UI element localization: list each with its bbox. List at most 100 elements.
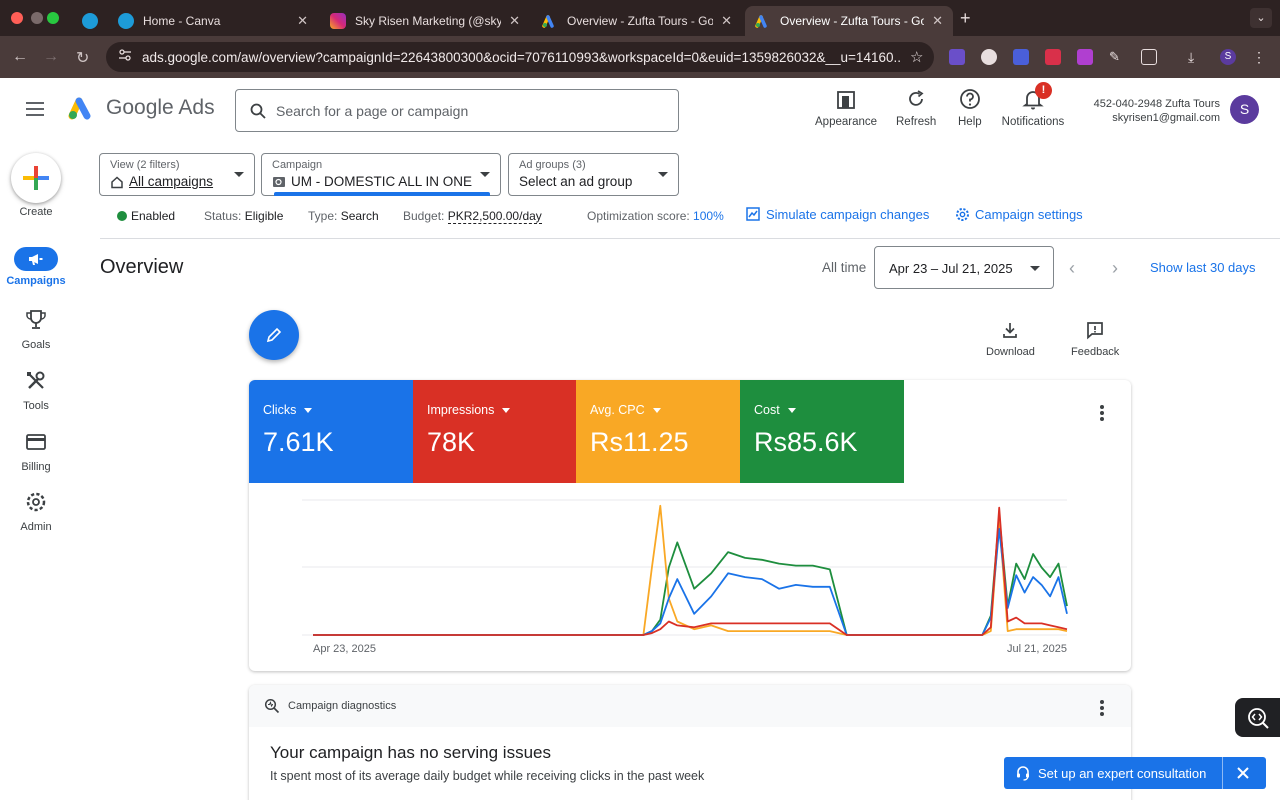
- tab-home-canva[interactable]: Home - Canva ✕: [108, 6, 318, 36]
- more-options-icon[interactable]: [1100, 405, 1104, 423]
- reload-icon[interactable]: ↻: [76, 48, 89, 68]
- close-tab-icon[interactable]: ✕: [932, 13, 943, 29]
- magnifier-code-icon: [1247, 707, 1269, 729]
- ad-groups-filter-dropdown[interactable]: Ad groups (3) Select an ad group: [508, 153, 679, 196]
- main-menu-icon[interactable]: [26, 102, 44, 120]
- close-tab-icon[interactable]: ✕: [721, 13, 732, 29]
- refresh-button[interactable]: Refresh: [896, 88, 936, 128]
- sidebar-item-admin[interactable]: Admin: [0, 490, 72, 533]
- tab-overview-zufta-active[interactable]: Overview - Zufta Tours - Goo ✕: [745, 6, 953, 36]
- canva-icon: [118, 13, 134, 29]
- caret-down-icon: [787, 407, 796, 413]
- tab-search-button[interactable]: ⌄: [1250, 8, 1272, 28]
- home-icon: [111, 175, 123, 188]
- expert-consultation-banner[interactable]: Set up an expert consultation: [1004, 757, 1266, 789]
- banner-divider: [1222, 757, 1223, 789]
- sidebar-item-goals[interactable]: Goals: [0, 308, 72, 351]
- downloads-icon[interactable]: ⤓: [1188, 49, 1204, 65]
- view-filter-dropdown[interactable]: View (2 filters) All campaigns: [99, 153, 255, 196]
- zoom-window-button[interactable]: [47, 12, 59, 24]
- x-axis-end-label: Jul 21, 2025: [1007, 643, 1067, 655]
- download-extension-icon[interactable]: [1077, 49, 1093, 65]
- shield-extension-icon[interactable]: [949, 49, 965, 65]
- forward-arrow-icon[interactable]: →: [43, 48, 59, 66]
- help-button[interactable]: Help: [958, 88, 982, 128]
- chevron-down-icon: [658, 172, 668, 177]
- close-tab-icon[interactable]: ✕: [297, 13, 308, 29]
- metric-impressions[interactable]: Impressions 78K: [413, 380, 577, 483]
- create-label[interactable]: Create: [0, 206, 72, 218]
- campaign-active-indicator: [274, 192, 490, 196]
- diagnostics-subtitle: It spent most of its average daily budge…: [270, 769, 705, 783]
- tab-overview-zufta-1[interactable]: Overview - Zufta Tours - Goo ✕: [532, 6, 742, 36]
- feedback-icon: [1087, 322, 1104, 340]
- arrow-extension-icon[interactable]: [1045, 49, 1061, 65]
- pokeball-extension-icon[interactable]: [981, 49, 997, 65]
- back-arrow-icon[interactable]: ←: [12, 48, 28, 66]
- chart-icon: [746, 207, 760, 221]
- close-tab-icon[interactable]: ✕: [509, 13, 520, 29]
- campaign-filter-dropdown[interactable]: Campaign UM - DOMESTIC ALL IN ONE: [261, 153, 501, 196]
- divider: [100, 238, 1280, 239]
- close-icon[interactable]: [1236, 766, 1250, 783]
- trophy-icon: [26, 310, 46, 329]
- google-ads-icon: [755, 13, 771, 29]
- address-bar[interactable]: ads.google.com/aw/overview?campaignId=22…: [106, 42, 934, 72]
- enabled-status[interactable]: Enabled: [117, 209, 175, 223]
- feedback-button[interactable]: Feedback: [1071, 320, 1119, 358]
- campaign-status-bar: Enabled Status: Eligible Type: Search Bu…: [100, 207, 1280, 225]
- avatar[interactable]: S: [1230, 95, 1259, 124]
- megaphone-icon: [29, 254, 43, 265]
- tab-instagram[interactable]: Sky Risen Marketing (@sky_r ✕: [320, 6, 530, 36]
- show-last-30-days-link[interactable]: Show last 30 days: [1150, 260, 1256, 275]
- browser-tab-bar: Home - Canva ✕ Sky Risen Marketing (@sky…: [0, 0, 1280, 36]
- sidebar-item-billing[interactable]: Billing: [0, 430, 72, 473]
- diagnostics-header: Campaign diagnostics: [249, 685, 1131, 727]
- sidebar-item-tools[interactable]: Tools: [0, 369, 72, 412]
- previous-period-icon[interactable]: ‹: [1069, 258, 1075, 279]
- code-help-widget[interactable]: [1235, 698, 1280, 737]
- series-line-impressions: [313, 506, 1068, 636]
- metric-clicks[interactable]: Clicks 7.61K: [249, 380, 413, 483]
- appearance-button[interactable]: Appearance: [815, 88, 877, 128]
- more-options-icon[interactable]: [1100, 700, 1104, 718]
- metric-cost[interactable]: Cost Rs85.6K: [740, 380, 904, 483]
- tab-pinned-canva[interactable]: [72, 6, 108, 36]
- date-range-picker[interactable]: Apr 23 – Jul 21, 2025: [874, 246, 1054, 289]
- diagnostics-title: Your campaign has no serving issues: [270, 743, 551, 762]
- pen-extension-icon[interactable]: ✎: [1109, 49, 1125, 65]
- notifications-button[interactable]: Notifications !: [1000, 82, 1066, 128]
- new-tab-button[interactable]: +: [960, 8, 971, 29]
- sidebar-item-campaigns[interactable]: Campaigns: [0, 247, 72, 287]
- performance-card: Clicks 7.61K Impressions 78K Avg. CPC Rs…: [249, 380, 1131, 671]
- gear-icon: [26, 492, 46, 512]
- puzzle-blue-extension-icon[interactable]: [1013, 49, 1029, 65]
- plus-icon: [23, 166, 49, 190]
- close-window-button[interactable]: [11, 12, 23, 24]
- next-period-icon[interactable]: ›: [1112, 258, 1118, 279]
- google-ads-logo[interactable]: Google Ads: [68, 96, 215, 120]
- performance-line-chart: [302, 499, 1068, 636]
- edit-pencil-button[interactable]: [249, 310, 299, 360]
- caret-down-icon: [502, 407, 511, 413]
- instagram-icon: [330, 13, 346, 29]
- search-input[interactable]: Search for a page or campaign: [235, 89, 679, 132]
- simulate-campaign-changes-link[interactable]: Simulate campaign changes: [746, 207, 929, 222]
- campaign-settings-link[interactable]: Campaign settings: [955, 207, 1083, 222]
- create-button[interactable]: [11, 153, 61, 203]
- optimization-score[interactable]: 100%: [693, 209, 724, 223]
- account-info[interactable]: 452-040-2948 Zufta Tours skyrisen1@gmail…: [1094, 97, 1220, 125]
- all-time-label: All time: [822, 260, 867, 275]
- budget-value[interactable]: PKR2,500.00/day: [447, 209, 542, 224]
- ads-header: Google Ads Search for a page or campaign…: [0, 78, 1280, 142]
- bookmark-star-icon[interactable]: ☆: [910, 48, 923, 66]
- chevron-down-icon: [1030, 266, 1040, 271]
- metric-avg-cpc[interactable]: Avg. CPC Rs11.25: [576, 380, 740, 483]
- profile-icon[interactable]: S: [1220, 49, 1236, 65]
- extensions-icon[interactable]: [1141, 49, 1157, 65]
- site-info-icon[interactable]: [118, 48, 132, 67]
- browser-menu-icon[interactable]: ⋮: [1252, 49, 1268, 65]
- caret-down-icon: [652, 407, 661, 413]
- download-button[interactable]: Download: [986, 320, 1035, 358]
- minimize-window-button[interactable]: [31, 12, 43, 24]
